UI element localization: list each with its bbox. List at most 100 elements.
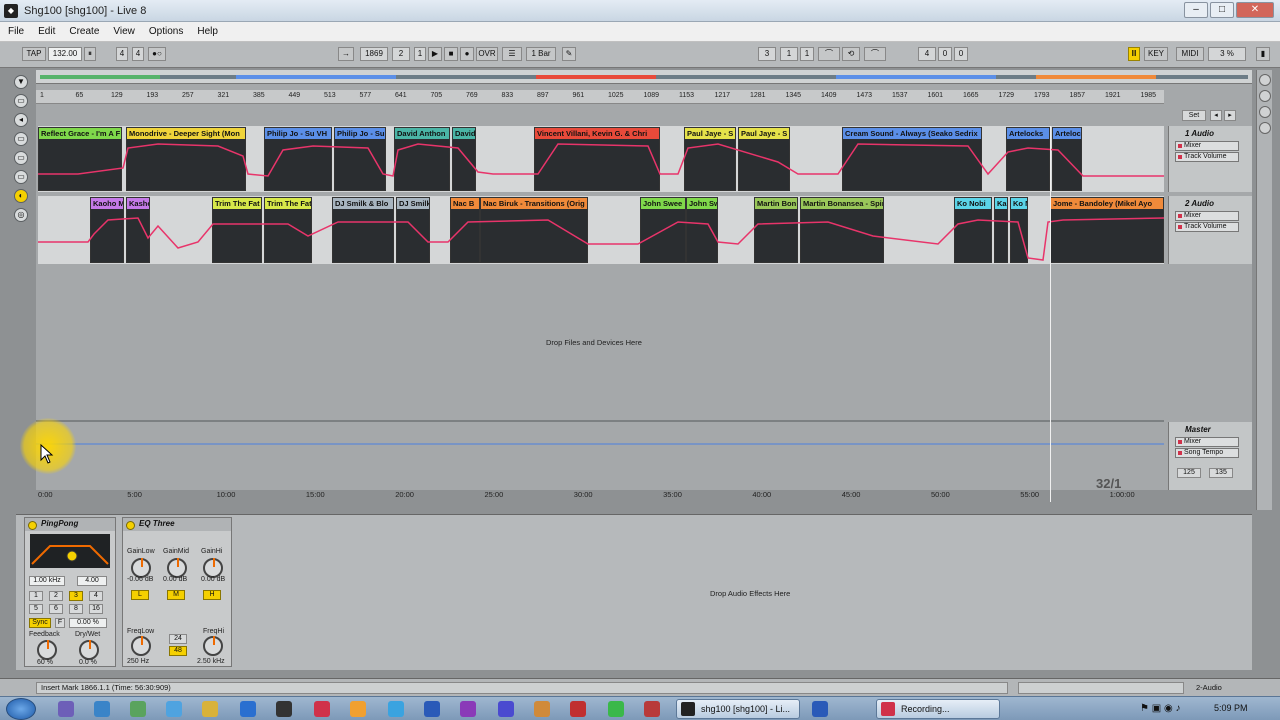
slope-48-button[interactable]: 48 [169,646,187,656]
nudge-icon[interactable]: ⏸ [84,47,96,61]
app-pinned-13-icon[interactable] [498,701,514,717]
app-pinned-1-icon[interactable] [58,701,74,717]
prev-locator-icon[interactable]: ◂ [1210,110,1222,121]
app-pinned-8-icon[interactable] [314,701,330,717]
app-pinned-12-icon[interactable] [460,701,476,717]
position-beat[interactable]: 2 [392,47,410,61]
position-bar[interactable]: 1869 [360,47,388,61]
loop-length-sixteenth[interactable]: 0 [954,47,968,61]
file-browser-1-icon[interactable]: ▭ [14,132,28,146]
punch-out-icon[interactable]: ⌒ [864,47,886,61]
gainlow-knob[interactable] [131,558,151,578]
maximize-icon[interactable]: □ [1210,2,1234,18]
pingpong-title[interactable]: PingPong [25,518,115,531]
freeze-toggle[interactable]: F [55,618,65,628]
position-sixteenth[interactable]: 1 [414,47,426,61]
menu-options[interactable]: Options [149,26,183,37]
plugin-devices-icon[interactable]: ◂ [14,113,28,127]
browser-toggle-icon[interactable]: ▼ [14,75,28,89]
filter-freq[interactable]: 1.00 kHz [29,576,65,586]
mid-on-toggle[interactable]: M [167,590,185,600]
file-browser-2-icon[interactable]: ▭ [14,151,28,165]
track-1-param-chooser[interactable]: Track Volume [1175,152,1239,162]
set-locator-button[interactable]: Set [1182,110,1206,121]
menu-help[interactable]: Help [197,26,218,37]
feedback-knob[interactable] [37,640,57,660]
follow-arrow-icon[interactable]: → [338,47,354,61]
quantize-select[interactable]: 1 Bar [526,47,556,61]
groove-pool-icon[interactable]: ◎ [14,208,28,222]
app-pinned-14-icon[interactable] [534,701,550,717]
master-param-chooser[interactable]: Song Tempo [1175,448,1239,458]
freqlow-knob[interactable] [131,636,151,656]
loop-length-beat[interactable]: 0 [938,47,952,61]
app-pinned-6-icon[interactable] [240,701,256,717]
beat-16[interactable]: 16 [89,604,103,614]
menu-create[interactable]: Create [69,26,99,37]
pingpong-device[interactable]: PingPong 1.00 kHz 4.00 1 2 3 4 5 6 8 16 … [24,517,116,667]
beat-6[interactable]: 6 [49,604,63,614]
live-devices-icon[interactable]: ▭ [14,94,28,108]
file-browser-3-icon[interactable]: ▭ [14,170,28,184]
taskbar-clock[interactable]: 5:09 PM [1214,703,1248,713]
meter-denominator[interactable]: 4 [132,47,144,61]
overview-scroller[interactable] [1018,682,1184,694]
app-pinned-7-icon[interactable] [276,701,292,717]
midi-map-button[interactable]: MIDI [1176,47,1204,61]
tempo-field[interactable]: 132.00 [48,47,82,61]
app-pinned-3-icon[interactable] [130,701,146,717]
stop-icon[interactable]: ■ [444,47,458,61]
draw-pencil-icon[interactable]: ✎ [562,47,576,61]
windows-start-icon[interactable] [6,698,36,720]
freqhi-knob[interactable] [203,636,223,656]
track-2-name[interactable]: 2 Audio [1169,196,1252,210]
sync-toggle[interactable]: Sync [29,618,51,628]
menu-file[interactable]: File [8,26,24,37]
master-track-lane[interactable] [36,420,1164,490]
io-toggle-icon[interactable] [1258,74,1271,86]
key-map-button[interactable]: KEY [1144,47,1168,61]
drywet-knob[interactable] [79,640,99,660]
master-name[interactable]: Master [1169,422,1252,436]
gainhi-knob[interactable] [203,558,223,578]
loop-length-bar[interactable]: 4 [918,47,936,61]
app-pinned-18-icon[interactable] [812,701,828,717]
tray-icons[interactable]: ⚑ ▣ ◉ ♪ [1140,703,1180,714]
app-pinned-2-icon[interactable] [94,701,110,717]
track-2-device-chooser[interactable]: Mixer [1175,211,1239,221]
track-2-param-chooser[interactable]: Track Volume [1175,222,1239,232]
key-map-indicator-icon[interactable]: Ⅲ [1128,47,1140,61]
eq-three-title[interactable]: EQ Three [123,518,231,531]
play-icon[interactable]: ▶ [428,47,442,61]
track-1-header[interactable]: 1 Audio Mixer Track Volume [1168,126,1252,192]
tap-button[interactable]: TAP [22,47,46,61]
loop-start-bar[interactable]: 3 [758,47,776,61]
beat-2[interactable]: 2 [49,591,63,601]
time-ruler[interactable]: 0:00 5:00 10:00 15:00 20:00 25:00 30:00 35:00 40… [36,490,1164,500]
minimize-icon[interactable]: – [1184,2,1208,18]
meter-numerator[interactable]: 4 [116,47,128,61]
skype-icon[interactable] [388,701,404,717]
filter-display[interactable] [30,534,110,568]
app-pinned-4-icon[interactable] [166,701,182,717]
mixer-toggle-icon[interactable] [1258,122,1271,134]
low-on-toggle[interactable]: L [131,590,149,600]
track-1-name[interactable]: 1 Audio [1169,126,1252,140]
app-pinned-17-icon[interactable] [644,701,660,717]
metronome-icon[interactable]: ●○ [148,47,166,61]
slope-24-button[interactable]: 24 [169,634,187,644]
overdub-button[interactable]: OVR [476,47,498,61]
filter-q[interactable]: 4.00 [77,576,107,586]
task-ableton[interactable]: shg100 [shg100] - Li... [676,699,800,719]
tempo-range-min[interactable]: 125 [1177,468,1201,478]
menu-edit[interactable]: Edit [38,26,55,37]
loop-start-sixteenth[interactable]: 1 [800,47,814,61]
next-locator-icon[interactable]: ▸ [1224,110,1236,121]
beat-1[interactable]: 1 [29,591,43,601]
beat-8[interactable]: 8 [69,604,83,614]
hot-swap-icon[interactable]: ◐ [14,189,28,203]
beat-time-ruler[interactable]: 1 65 129 193 257 321 385 449 513 577 641 705 769 833 8… [36,90,1164,104]
arrangement-overview[interactable] [36,70,1252,84]
offset-field[interactable]: 0.00 % [69,618,107,628]
gainmid-knob[interactable] [167,558,187,578]
